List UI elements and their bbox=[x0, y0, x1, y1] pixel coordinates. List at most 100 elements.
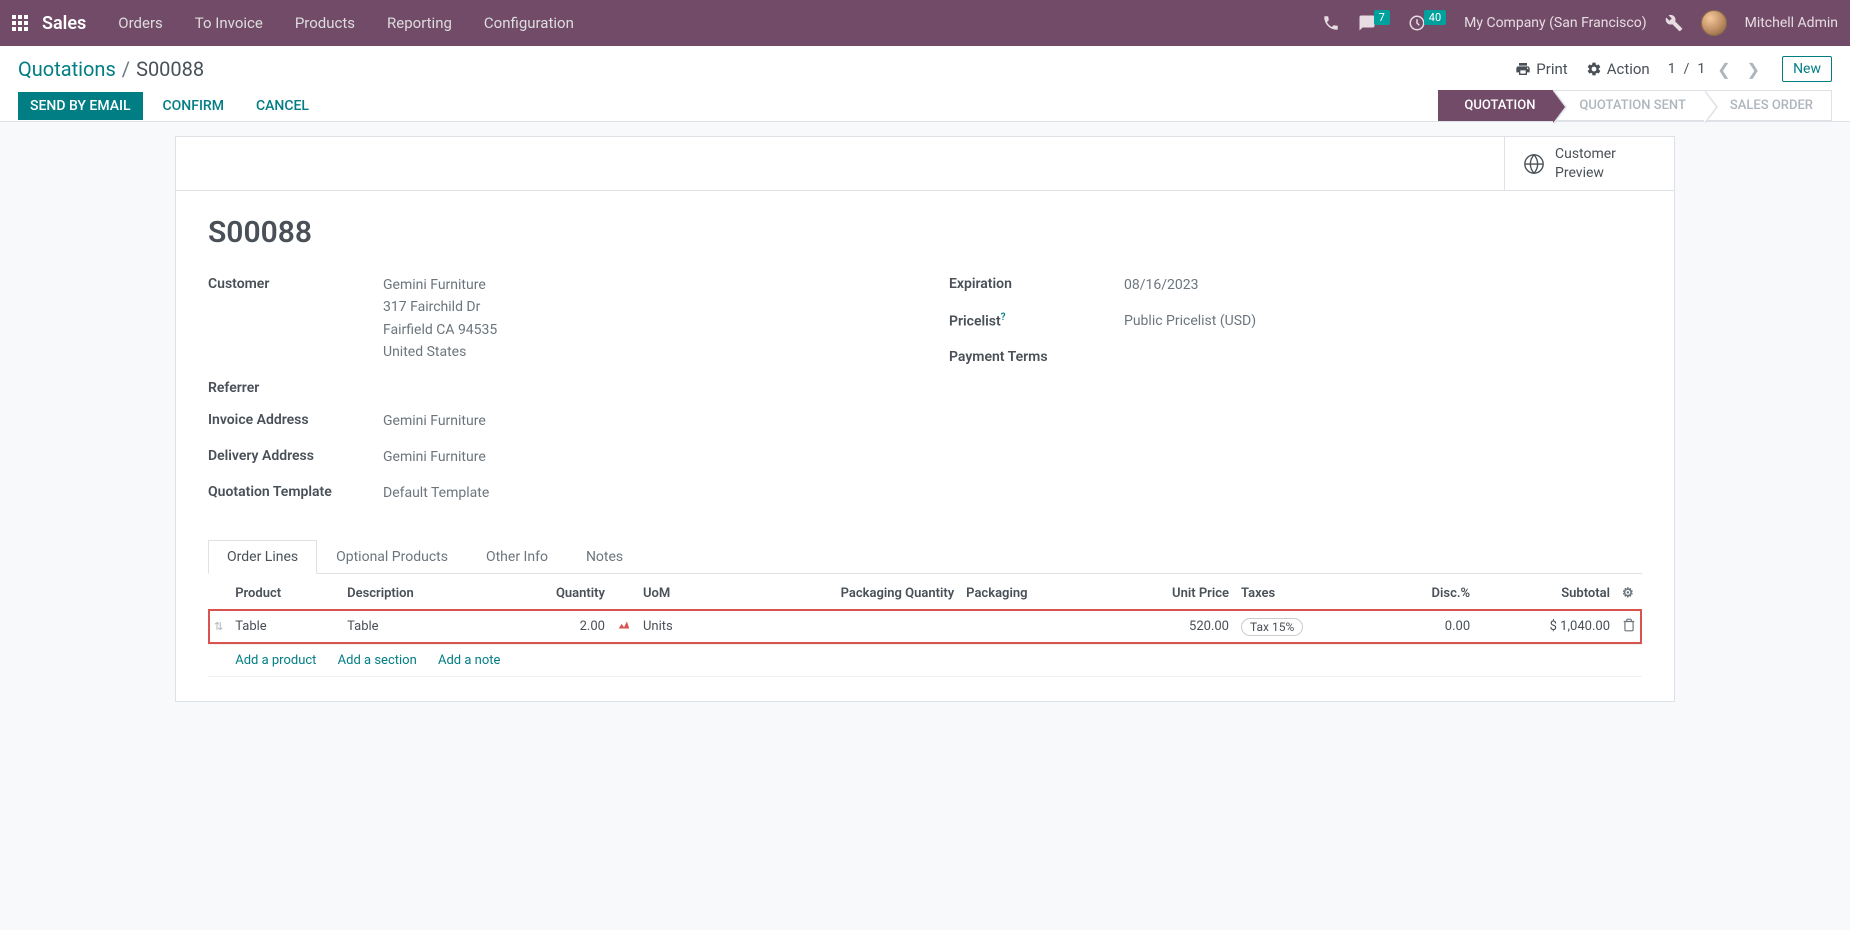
preview-label-1: Customer bbox=[1555, 145, 1616, 163]
globe-icon bbox=[1523, 153, 1545, 175]
pricelist-help-icon[interactable]: ? bbox=[1001, 312, 1006, 323]
nav-products[interactable]: Products bbox=[281, 6, 369, 40]
pager-total: 1 bbox=[1697, 61, 1705, 77]
tab-notes[interactable]: Notes bbox=[567, 540, 642, 574]
cell-disc[interactable]: 0.00 bbox=[1378, 609, 1476, 644]
col-packaging[interactable]: Packaging bbox=[960, 578, 1102, 610]
cell-product[interactable]: Table bbox=[229, 609, 341, 644]
nav-right: 7 40 My Company (San Francisco) Mitchell… bbox=[1322, 10, 1838, 36]
pager-prev-icon[interactable]: ❮ bbox=[1713, 58, 1734, 81]
label-expiration: Expiration bbox=[949, 274, 1124, 292]
status-sales-order[interactable]: SALES ORDER bbox=[1704, 90, 1832, 121]
order-line-row[interactable]: ⇅ Table Table 2.00 Units 520.00 Tax 15% bbox=[208, 609, 1642, 644]
tab-optional-products[interactable]: Optional Products bbox=[317, 540, 467, 574]
sliders-icon: ⚙ bbox=[1622, 586, 1634, 601]
print-button[interactable]: Print bbox=[1515, 60, 1567, 78]
col-unit-price[interactable]: Unit Price bbox=[1102, 578, 1235, 610]
nav-to-invoice[interactable]: To Invoice bbox=[181, 6, 277, 40]
col-uom[interactable]: UoM bbox=[637, 578, 718, 610]
label-invoice-addr: Invoice Address bbox=[208, 410, 383, 428]
label-template: Quotation Template bbox=[208, 482, 383, 500]
label-payment-terms: Payment Terms bbox=[949, 347, 1124, 365]
breadcrumb: Quotations / S00088 bbox=[18, 57, 204, 81]
nav-orders[interactable]: Orders bbox=[104, 6, 177, 40]
cell-pack-qty[interactable] bbox=[718, 609, 961, 644]
col-taxes[interactable]: Taxes bbox=[1235, 578, 1378, 610]
col-subtotal[interactable]: Subtotal bbox=[1476, 578, 1616, 610]
cell-quantity[interactable]: 2.00 bbox=[493, 609, 611, 644]
activities-badge: 40 bbox=[1424, 10, 1446, 25]
col-quantity[interactable]: Quantity bbox=[493, 578, 611, 610]
add-note-link[interactable]: Add a note bbox=[438, 653, 500, 668]
form-sheet: Customer Preview S00088 Customer Gemini … bbox=[175, 136, 1675, 702]
order-lines-table: Product Description Quantity UoM Packagi… bbox=[208, 578, 1642, 677]
drag-handle-icon[interactable]: ⇅ bbox=[214, 620, 223, 633]
label-customer: Customer bbox=[208, 274, 383, 292]
status-quotation[interactable]: QUOTATION bbox=[1438, 90, 1553, 121]
label-delivery-addr: Delivery Address bbox=[208, 446, 383, 464]
discuss-badge: 7 bbox=[1374, 10, 1390, 25]
value-delivery-addr[interactable]: Gemini Furniture bbox=[383, 446, 901, 468]
cell-description[interactable]: Table bbox=[341, 609, 493, 644]
tab-order-lines[interactable]: Order Lines bbox=[208, 540, 317, 574]
app-title[interactable]: Sales bbox=[42, 13, 86, 34]
cell-taxes[interactable]: Tax 15% bbox=[1235, 609, 1378, 644]
nav-menu: Orders To Invoice Products Reporting Con… bbox=[104, 6, 588, 40]
debug-icon[interactable] bbox=[1665, 14, 1683, 32]
status-quotation-sent[interactable]: QUOTATION SENT bbox=[1553, 90, 1703, 121]
add-section-link[interactable]: Add a section bbox=[338, 653, 417, 668]
pager-sep: / bbox=[1684, 61, 1690, 77]
top-nav: Sales Orders To Invoice Products Reporti… bbox=[0, 0, 1850, 46]
forecast-icon[interactable] bbox=[617, 621, 631, 636]
breadcrumb-current: S00088 bbox=[136, 57, 204, 81]
cell-subtotal: $ 1,040.00 bbox=[1476, 609, 1616, 644]
breadcrumb-sep: / bbox=[122, 57, 130, 81]
record-title: S00088 bbox=[208, 215, 1642, 250]
cell-uom[interactable]: Units bbox=[637, 609, 718, 644]
customer-city: Fairfield CA 94535 bbox=[383, 319, 901, 341]
form-container: Customer Preview S00088 Customer Gemini … bbox=[0, 122, 1850, 716]
nav-reporting[interactable]: Reporting bbox=[373, 6, 466, 40]
pager-current[interactable]: 1 bbox=[1668, 61, 1676, 77]
breadcrumb-parent[interactable]: Quotations bbox=[18, 57, 116, 81]
col-product[interactable]: Product bbox=[229, 578, 341, 610]
tab-other-info[interactable]: Other Info bbox=[467, 540, 567, 574]
customer-country: United States bbox=[383, 341, 901, 363]
cell-unit-price[interactable]: 520.00 bbox=[1102, 609, 1235, 644]
value-expiration[interactable]: 08/16/2023 bbox=[1124, 274, 1642, 296]
send-by-email-button[interactable]: SEND BY EMAIL bbox=[18, 92, 143, 120]
value-pricelist[interactable]: Public Pricelist (USD) bbox=[1124, 310, 1642, 332]
nav-configuration[interactable]: Configuration bbox=[470, 6, 588, 40]
cancel-button[interactable]: CANCEL bbox=[244, 92, 321, 120]
value-customer[interactable]: Gemini Furniture 317 Fairchild Dr Fairfi… bbox=[383, 274, 901, 364]
action-button[interactable]: Action bbox=[1586, 60, 1650, 78]
discuss-icon[interactable]: 7 bbox=[1358, 14, 1390, 32]
confirm-button[interactable]: CONFIRM bbox=[151, 92, 236, 120]
value-invoice-addr[interactable]: Gemini Furniture bbox=[383, 410, 901, 432]
value-template[interactable]: Default Template bbox=[383, 482, 901, 504]
tax-chip: Tax 15% bbox=[1241, 618, 1303, 636]
pager-next-icon[interactable]: ❯ bbox=[1743, 58, 1764, 81]
col-disc[interactable]: Disc.% bbox=[1378, 578, 1476, 610]
col-pack-qty[interactable]: Packaging Quantity bbox=[718, 578, 961, 610]
new-button[interactable]: New bbox=[1782, 56, 1832, 82]
user-menu[interactable]: Mitchell Admin bbox=[1745, 15, 1838, 31]
cell-packaging[interactable] bbox=[960, 609, 1102, 644]
avatar[interactable] bbox=[1701, 10, 1727, 36]
notebook: Order Lines Optional Products Other Info… bbox=[208, 539, 1642, 677]
voip-icon[interactable] bbox=[1322, 14, 1340, 32]
label-referrer: Referrer bbox=[208, 378, 383, 396]
pager: 1 / 1 ❮ ❯ bbox=[1668, 58, 1764, 81]
statusbar: QUOTATION QUOTATION SENT SALES ORDER bbox=[1438, 90, 1832, 121]
apps-icon[interactable] bbox=[12, 15, 28, 31]
col-description[interactable]: Description bbox=[341, 578, 493, 610]
col-settings[interactable]: ⚙ bbox=[1616, 578, 1642, 610]
company-selector[interactable]: My Company (San Francisco) bbox=[1464, 15, 1646, 31]
customer-preview-button[interactable]: Customer Preview bbox=[1504, 137, 1674, 190]
delete-line-icon[interactable] bbox=[1622, 621, 1636, 636]
label-pricelist: Pricelist? bbox=[949, 310, 1124, 330]
activities-icon[interactable]: 40 bbox=[1408, 14, 1446, 32]
add-product-link[interactable]: Add a product bbox=[235, 653, 316, 668]
print-icon bbox=[1515, 61, 1531, 77]
preview-label-2: Preview bbox=[1555, 164, 1616, 182]
